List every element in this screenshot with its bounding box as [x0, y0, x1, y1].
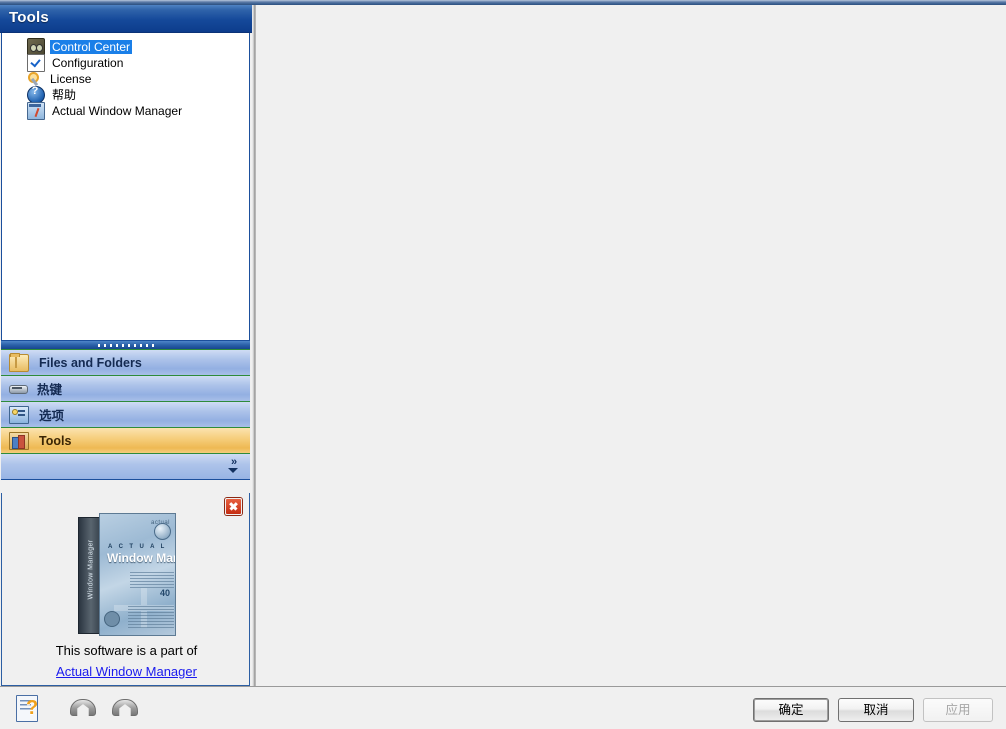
- tree-item-label: Control Center: [50, 40, 133, 54]
- keyboard-icon: [9, 381, 28, 397]
- boxshot-title-small: A C T U A L: [108, 544, 167, 550]
- chevron-down-icon[interactable]: [228, 468, 238, 473]
- tree-item-help[interactable]: 帮助: [27, 85, 249, 104]
- cancel-button[interactable]: 取消: [838, 698, 914, 722]
- undo-arrow-shape: [70, 699, 96, 716]
- question-mark-glyph: ?: [26, 697, 39, 719]
- application-window: Tools Control Center Configuration Licen…: [0, 0, 1006, 729]
- boxshot-feature-lines: [128, 606, 174, 628]
- tree-item-label: Configuration: [52, 56, 124, 70]
- sidebar-item-label: 选项: [39, 409, 65, 423]
- boxshot-spine-text: Window Manager: [87, 539, 95, 600]
- tree-item-license[interactable]: License: [27, 71, 249, 87]
- actual-window-manager-icon: [27, 102, 45, 120]
- sidebar: Tools Control Center Configuration Licen…: [0, 5, 252, 686]
- sidebar-item-label: Tools: [39, 433, 72, 448]
- boxshot-badge: 40: [159, 588, 170, 598]
- help-document-icon[interactable]: ?: [16, 695, 42, 722]
- boxshot-face: actual A C T U A L Window Manager 40: [99, 513, 176, 636]
- tools-tree[interactable]: Control Center Configuration License 帮助 …: [1, 33, 250, 341]
- apply-button: 应用: [923, 698, 993, 722]
- sidebar-title: Tools: [9, 9, 49, 26]
- splitter-grip-dots: [97, 344, 154, 347]
- tree-item-label: Actual Window Manager: [52, 104, 183, 118]
- sidebar-item-tools[interactable]: Tools: [1, 427, 250, 454]
- tree-item-control-center[interactable]: Control Center: [27, 38, 249, 56]
- promo-link[interactable]: Actual Window Manager: [2, 664, 251, 679]
- toolbox-icon: [9, 431, 29, 450]
- sidebar-item-label: 热键: [37, 383, 63, 397]
- boxshot-emblem-icon: [104, 611, 120, 627]
- sidebar-expand-strip[interactable]: »: [1, 453, 250, 480]
- sidebar-nav: Files and Folders 热键 选项 Tools »: [1, 349, 250, 480]
- sidebar-item-label: Files and Folders: [39, 355, 142, 370]
- tree-item-configuration[interactable]: Configuration: [27, 54, 249, 72]
- boxshot-spine: Window Manager: [78, 517, 100, 634]
- footer-toolbar: ? 确定 取消 应用: [0, 686, 1006, 729]
- sidebar-item-options[interactable]: 选项: [1, 401, 250, 428]
- boxshot-title-big: Window Manager: [107, 551, 175, 565]
- ok-button[interactable]: 确定: [753, 698, 829, 722]
- sidebar-item-hotkeys[interactable]: 热键: [1, 375, 250, 402]
- close-icon[interactable]: [225, 498, 242, 515]
- options-monitor-icon: [9, 405, 29, 424]
- product-boxshot: Window Manager actual A C T U A L Window…: [78, 513, 176, 636]
- folder-icon: [9, 352, 29, 372]
- tree-item-label: 帮助: [52, 88, 77, 102]
- redo-arrow-shape: [112, 699, 138, 716]
- chevron-double-right-icon[interactable]: »: [226, 457, 242, 468]
- undo-arrow-icon[interactable]: [70, 697, 96, 719]
- configuration-icon: [27, 54, 45, 72]
- promo-caption: This software is a part of: [55, 643, 198, 658]
- tree-item-actual-window-manager[interactable]: Actual Window Manager: [27, 102, 249, 120]
- sidebar-header: Tools: [0, 5, 252, 33]
- sidebar-item-files-and-folders[interactable]: Files and Folders: [1, 349, 250, 376]
- main-content-panel: [255, 5, 1006, 686]
- promo-panel: Window Manager actual A C T U A L Window…: [1, 493, 250, 686]
- boxshot-logo-icon: [154, 523, 171, 540]
- boxshot-blurb-lines: [130, 572, 174, 588]
- tree-item-label: License: [50, 72, 92, 86]
- redo-arrow-icon[interactable]: [112, 697, 138, 719]
